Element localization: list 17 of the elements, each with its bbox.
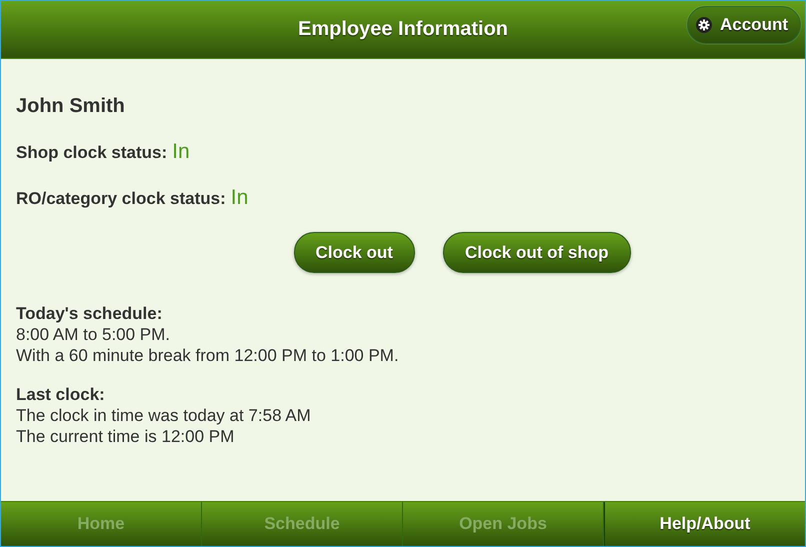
nav-tab[interactable]: Help/About <box>604 502 805 546</box>
clock-out-button[interactable]: Clock out of shop <box>442 232 630 273</box>
status-label: Shop clock status: <box>16 143 168 163</box>
status-label: RO/category clock status: <box>16 189 226 209</box>
gear-icon <box>696 17 712 33</box>
info-text: With a 60 minute break from 12:00 PM to 1:00 PM. <box>16 345 400 366</box>
page-title: Employee Information <box>298 18 508 41</box>
section-heading: Last clock: <box>16 384 106 405</box>
info-text: 8:00 AM to 5:00 PM. <box>16 324 172 345</box>
status-value: In <box>230 186 248 210</box>
status-value: In <box>172 140 190 164</box>
info-text: The current time is 12:00 PM <box>16 426 236 447</box>
info-text: The clock in time was today at 7:58 AM <box>16 405 312 426</box>
section-heading: Today's schedule: <box>16 303 164 324</box>
employee-name: John Smith <box>16 95 126 118</box>
account-button[interactable]: Account <box>687 6 801 44</box>
clock-out-button[interactable]: Clock out <box>294 232 415 273</box>
